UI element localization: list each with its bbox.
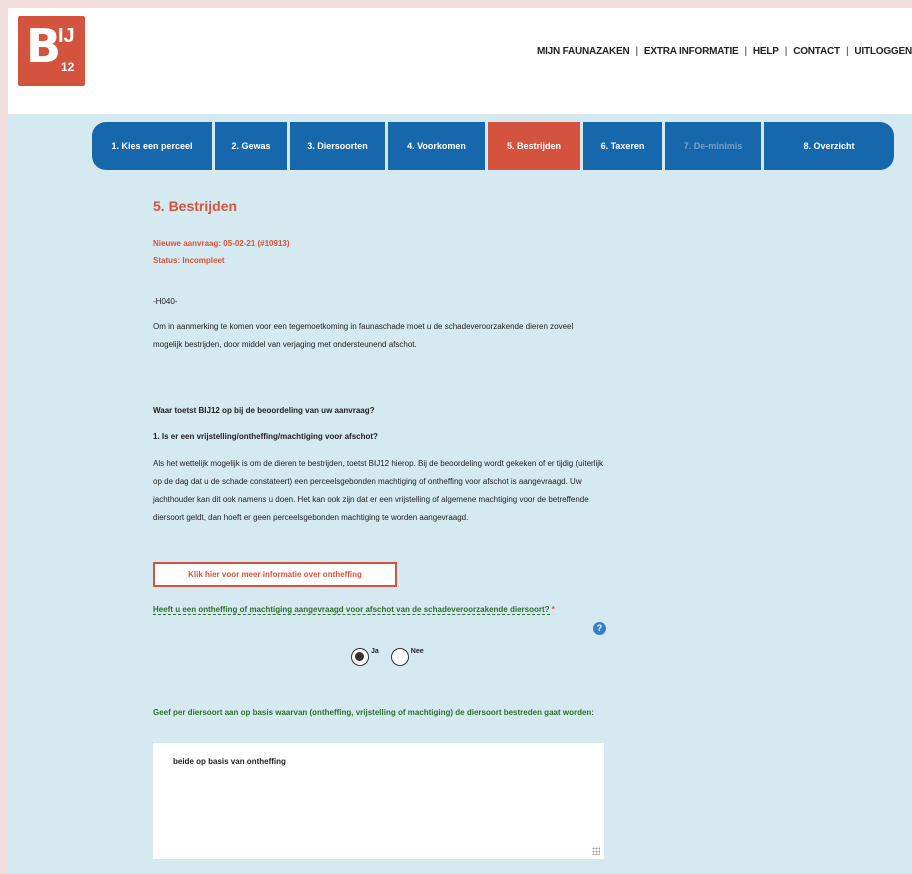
tab-overzicht[interactable]: 8. Overzicht [764, 122, 894, 170]
question-label: Heeft u een ontheffing of machtiging aan… [153, 605, 550, 615]
tab-taxeren[interactable]: 6. Taxeren [583, 122, 662, 170]
ontheffing-radio-group: Ja Nee [351, 648, 436, 666]
section-code: -H040- [153, 297, 178, 306]
tab-de-minimis: 7. De-minimis [665, 122, 761, 170]
tab-bestrijden[interactable]: 5. Bestrijden [488, 122, 580, 170]
ontheffing-question: Heeft u een ontheffing of machtiging aan… [153, 601, 613, 618]
page-title: 5. Bestrijden [153, 198, 238, 214]
radio-nee[interactable] [390, 648, 409, 666]
logo-letters-ij: IJ [58, 25, 75, 47]
request-info: Nieuwe aanvraag: 05-02-21 (#10913) [153, 239, 290, 248]
nav-help[interactable]: HELP [753, 46, 779, 57]
nav-mijn-faunazaken[interactable]: MIJN FAUNAZAKEN [537, 46, 630, 57]
assessment-subheading: 1. Is er een vrijstelling/ontheffing/mac… [153, 432, 378, 441]
assessment-paragraph: Als het wettelijk mogelijk is om de dier… [153, 459, 604, 522]
nav-uitloggen[interactable]: UITLOGGEN [854, 46, 912, 57]
logo-number: 12 [61, 60, 75, 74]
main-content: 1. Kies een perceel 2. Gewas 3. Diersoor… [8, 114, 912, 874]
status-text: Status: Incompleet [153, 256, 225, 265]
request-meta: Nieuwe aanvraag: 05-02-21 (#10913) Statu… [153, 235, 290, 269]
logo-letter-b: B [26, 19, 62, 73]
step-tabs: 1. Kies een perceel 2. Gewas 3. Diersoor… [92, 122, 894, 170]
more-info-ontheffing-button[interactable]: Klik hier voor meer informatie over onth… [153, 562, 397, 587]
basis-question: Geef per diersoort aan op basis waarvan … [153, 708, 594, 717]
tab-kies-een-perceel[interactable]: 1. Kies een perceel [92, 122, 212, 170]
bij12-logo[interactable]: B IJ 12 [18, 16, 85, 86]
required-mark: * [551, 605, 555, 614]
nav-extra-informatie[interactable]: EXTRA INFORMATIE [644, 46, 739, 57]
tab-gewas[interactable]: 2. Gewas [215, 122, 287, 170]
intro-text: Om in aanmerking te komen voor een tegem… [153, 322, 574, 349]
tab-diersoorten[interactable]: 3. Diersoorten [290, 122, 385, 170]
radio-ja-label: Ja [371, 647, 379, 655]
resize-grip-icon[interactable] [592, 847, 600, 855]
assessment-heading: Waar toetst BIJ12 op bij de beoordeling … [153, 406, 375, 415]
basis-answer-textarea[interactable]: beide op basis van ontheffing [153, 743, 604, 859]
textarea-value: beide op basis van ontheffing [173, 757, 286, 766]
tab-voorkomen[interactable]: 4. Voorkomen [388, 122, 485, 170]
nav-contact[interactable]: CONTACT [793, 46, 840, 57]
top-navigation: MIJN FAUNAZAKEN | EXTRA INFORMATIE | HELP | CO… [536, 46, 912, 57]
radio-nee-label: Nee [410, 647, 424, 655]
header: B IJ 12 MIJN FAUNAZAKEN | EXTRA INFORMATIE… [8, 8, 912, 114]
radio-ja[interactable] [351, 648, 369, 666]
help-icon[interactable]: ? [593, 622, 606, 635]
